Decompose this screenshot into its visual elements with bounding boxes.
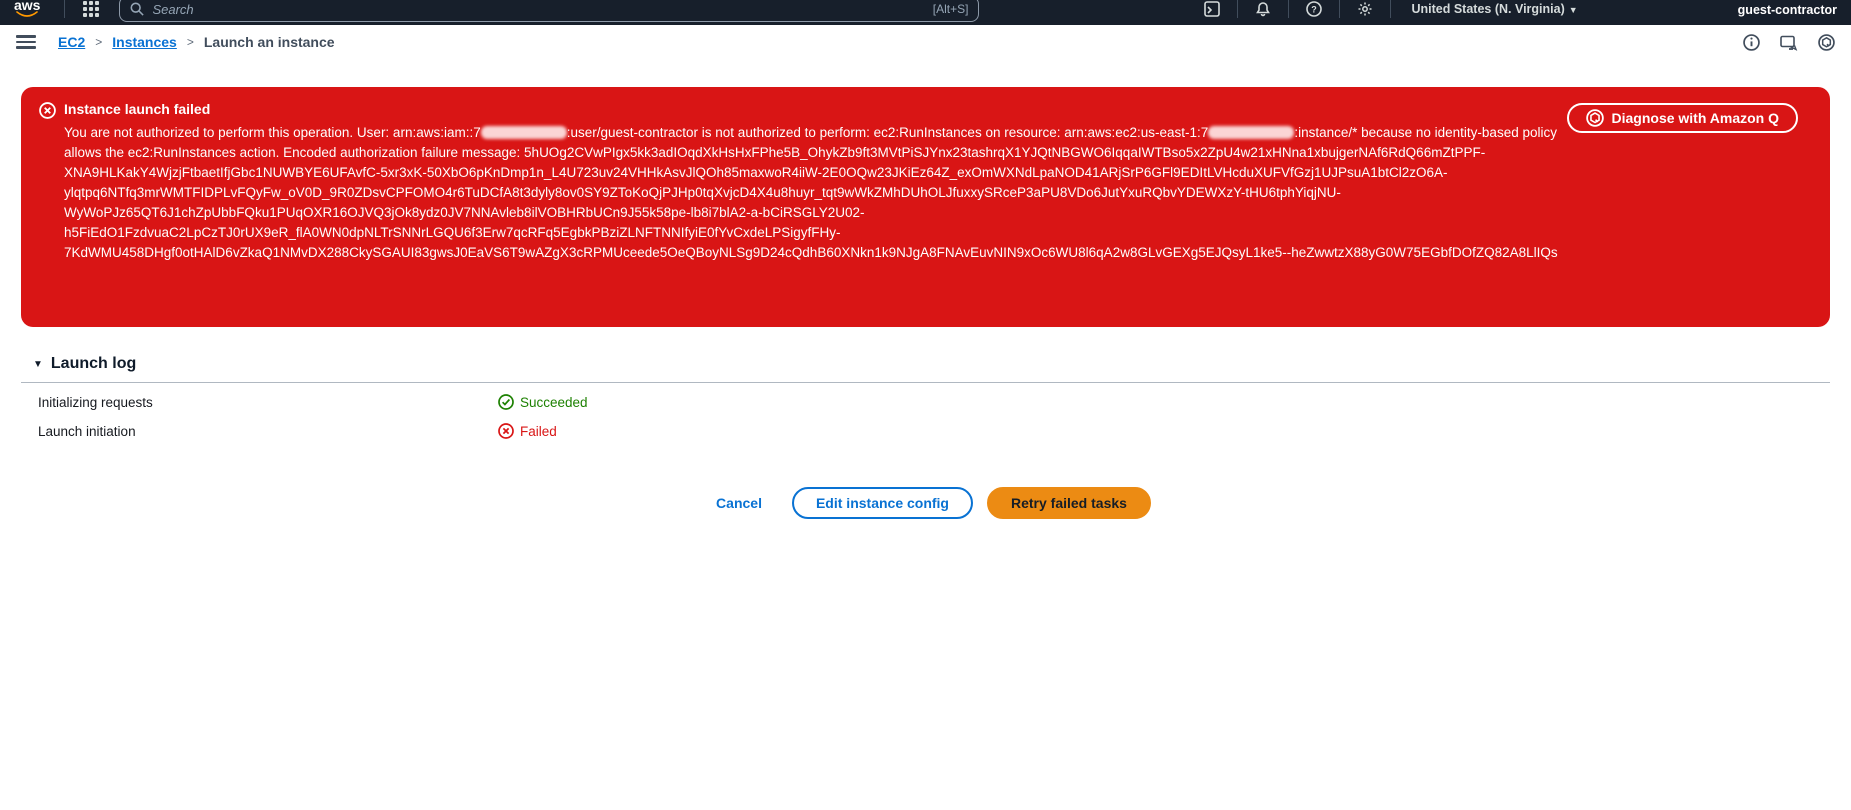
region-selector[interactable]: United States (N. Virginia) ▼: [1401, 2, 1587, 16]
breadcrumb-separator: >: [95, 35, 103, 49]
divider: [1390, 0, 1392, 18]
launch-log-title: Launch log: [50, 355, 137, 372]
edit-instance-config-button[interactable]: Edit instance config: [791, 487, 973, 519]
retry-failed-tasks-button[interactable]: Retry failed tasks: [986, 487, 1151, 519]
help-icon[interactable]: ?: [1299, 0, 1329, 21]
log-row-launch-initiation: Launch initiation Failed: [21, 412, 1830, 441]
launch-log-section: ▼ Launch log Initializing requests Succe…: [21, 355, 1830, 441]
account-menu[interactable]: guest-contractor: [1728, 3, 1837, 21]
side-navigation-toggle-icon[interactable]: [16, 35, 36, 49]
instance-launch-failed-alert: Instance launch failed You are not autho…: [21, 87, 1830, 327]
log-row-label: Launch initiation: [38, 423, 136, 439]
launch-log-expander[interactable]: ▼ Launch log: [21, 355, 1830, 383]
amazon-q-icon: [1585, 109, 1604, 127]
search-input[interactable]: Search [Alt+S]: [119, 0, 980, 22]
alert-message: You are not authorized to perform this o…: [64, 125, 1558, 260]
diagnose-with-amazon-q-button[interactable]: Diagnose with Amazon Q: [1566, 103, 1798, 133]
search-shortcut: [Alt+S]: [932, 2, 969, 16]
success-check-circle-icon: [498, 394, 514, 410]
divider: [1339, 0, 1341, 18]
search-placeholder: Search: [152, 1, 194, 17]
aws-smile: [16, 11, 39, 17]
feedback-icon[interactable]: [1780, 34, 1798, 51]
breadcrumb-link-ec2[interactable]: EC2: [58, 34, 85, 50]
error-circle-x-icon: [39, 102, 56, 263]
search-icon: [130, 2, 145, 16]
svg-text:?: ?: [1312, 5, 1318, 15]
divider: [64, 0, 66, 18]
breadcrumb: EC2 > Instances > Launch an instance: [0, 25, 1851, 59]
cloudshell-icon[interactable]: [1197, 0, 1227, 21]
status-succeeded: Succeeded: [498, 394, 1830, 410]
status-failed: Failed: [498, 423, 1830, 439]
info-icon[interactable]: [1743, 33, 1760, 51]
redacted-account-id: [1208, 126, 1295, 139]
log-row-initializing-requests: Initializing requests Succeeded: [21, 383, 1830, 412]
alert-title: Instance launch failed: [64, 101, 211, 117]
error-circle-x-icon: [498, 423, 514, 439]
top-navigation-bar: aws Search [Alt+S] ? United States (N. V…: [0, 0, 1851, 25]
breadcrumb-current-page: Launch an instance: [203, 34, 335, 50]
aws-logo[interactable]: aws: [14, 0, 40, 18]
chevron-down-icon: ▼: [1568, 5, 1578, 15]
chevron-down-icon: ▼: [33, 358, 43, 370]
redacted-account-id: [480, 126, 567, 139]
cancel-button[interactable]: Cancel: [700, 487, 778, 519]
footer-actions: Cancel Edit instance config Retry failed…: [0, 487, 1851, 519]
services-grid-icon[interactable]: [83, 1, 100, 17]
encoded-failure-message: 5hUOg2CVwPIgx5kk3adIOqdXkHsHxFPhe5B_Ohyk…: [64, 145, 1558, 260]
log-row-label: Initializing requests: [38, 394, 153, 410]
breadcrumb-separator: >: [186, 35, 194, 49]
divider: [1288, 0, 1290, 18]
settings-gear-icon[interactable]: [1350, 0, 1380, 21]
amazon-q-icon[interactable]: [1818, 33, 1835, 51]
breadcrumb-link-instances[interactable]: Instances: [112, 34, 177, 50]
divider: [1237, 0, 1239, 18]
notifications-bell-icon[interactable]: [1248, 0, 1278, 21]
